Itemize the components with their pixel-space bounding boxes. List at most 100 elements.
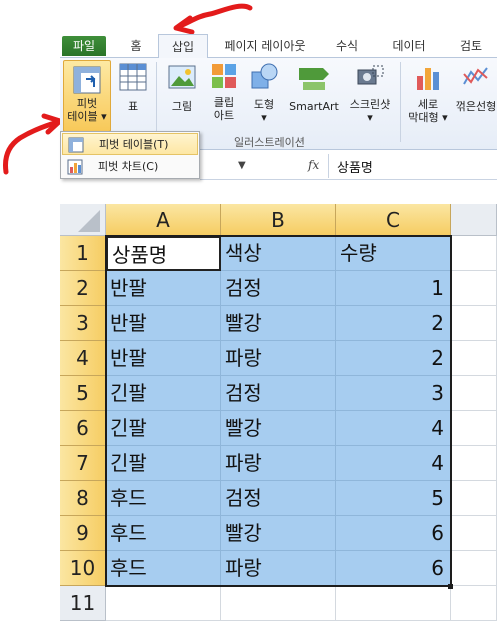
ribbon-separator <box>400 62 401 142</box>
shapes-label-2: ▾ <box>261 111 267 124</box>
cell-c7[interactable]: 4 <box>336 446 451 481</box>
cell-a11[interactable] <box>106 586 221 621</box>
column-header-b[interactable]: B <box>221 204 336 236</box>
screenshot-label-1: 스크린샷 <box>349 98 391 111</box>
row-header[interactable]: 11 <box>60 586 106 621</box>
row-header[interactable]: 2 <box>60 271 106 306</box>
cell-a8[interactable]: 후드 <box>106 481 221 516</box>
shapes-button[interactable]: 도형 ▾ <box>246 62 282 124</box>
cell-d3[interactable] <box>451 306 497 341</box>
pivot-table-label-2: 테이블 ▾ <box>67 110 107 123</box>
cell-d4[interactable] <box>451 341 497 376</box>
picture-button[interactable]: 그림 <box>162 62 202 113</box>
pivot-table-icon <box>68 137 84 153</box>
cell-c9[interactable]: 6 <box>336 516 451 551</box>
cell-b8[interactable]: 검정 <box>221 481 336 516</box>
cell-a6[interactable]: 긴팔 <box>106 411 221 446</box>
cell-d1[interactable] <box>451 236 497 271</box>
cell-b2[interactable]: 검정 <box>221 271 336 306</box>
cell-d8[interactable] <box>451 481 497 516</box>
tab-formulas[interactable]: 수식 <box>322 34 372 58</box>
cell-b7[interactable]: 파랑 <box>221 446 336 481</box>
cell-c3[interactable]: 2 <box>336 306 451 341</box>
row-header[interactable]: 9 <box>60 516 106 551</box>
cell-b1[interactable]: 색상 <box>221 236 336 271</box>
column-chart-label-2: 막대형 ▾ <box>408 111 448 124</box>
picture-label: 그림 <box>171 100 193 113</box>
cell-c6[interactable]: 4 <box>336 411 451 446</box>
fill-handle[interactable] <box>448 584 453 589</box>
column-header-d[interactable] <box>451 204 497 236</box>
cell-c8[interactable]: 5 <box>336 481 451 516</box>
pivot-table-dropdown: 피벗 테이블(T) 피벗 차트(C) <box>60 131 200 179</box>
insert-function-icon[interactable]: fx <box>308 158 319 172</box>
cell-c5[interactable]: 3 <box>336 376 451 411</box>
cell-c1[interactable]: 수량 <box>336 236 451 271</box>
cell-b5[interactable]: 검정 <box>221 376 336 411</box>
screenshot-button[interactable]: 스크린샷 ▾ <box>344 62 396 124</box>
row-header[interactable]: 1 <box>60 236 106 271</box>
table-button[interactable]: 표 <box>114 62 152 113</box>
smartart-button[interactable]: SmartArt <box>286 62 342 113</box>
column-chart-button[interactable]: 세로 막대형 ▾ <box>406 62 450 124</box>
cell-d5[interactable] <box>451 376 497 411</box>
cell-c10[interactable]: 6 <box>336 551 451 586</box>
cell-a9[interactable]: 후드 <box>106 516 221 551</box>
name-box-dropdown[interactable]: ▼ <box>238 160 246 171</box>
row-header[interactable]: 10 <box>60 551 106 586</box>
cell-a7[interactable]: 긴팔 <box>106 446 221 481</box>
cell-c4[interactable]: 2 <box>336 341 451 376</box>
pivot-table-label-1: 피벗 <box>76 97 98 110</box>
row-header[interactable]: 7 <box>60 446 106 481</box>
cell-c2[interactable]: 1 <box>336 271 451 306</box>
menu-item-pivot-table-label: 피벗 테이블(T) <box>99 138 169 151</box>
cell-b9[interactable]: 빨강 <box>221 516 336 551</box>
cell-d7[interactable] <box>451 446 497 481</box>
table-icon <box>119 63 147 91</box>
tab-review[interactable]: 검토 <box>446 34 496 58</box>
pivot-table-button[interactable]: 피벗 테이블 ▾ <box>63 60 111 132</box>
cell-b11[interactable] <box>221 586 336 621</box>
cell-b4[interactable]: 파랑 <box>221 341 336 376</box>
clipart-label-2: 아트 <box>213 109 235 122</box>
tab-file[interactable]: 파일 <box>62 36 106 56</box>
cell-d10[interactable] <box>451 551 497 586</box>
line-chart-button[interactable]: 꺾은선형 <box>452 62 497 113</box>
cell-a1[interactable]: 상품명 <box>106 236 221 271</box>
cell-a3[interactable]: 반팔 <box>106 306 221 341</box>
cell-c11[interactable] <box>336 586 451 621</box>
cell-b6[interactable]: 빨강 <box>221 411 336 446</box>
cell-b3[interactable]: 빨강 <box>221 306 336 341</box>
row-header[interactable]: 4 <box>60 341 106 376</box>
spreadsheet-grid: A B C 1 상품명 색상 수량 2 반팔 검정 1 3 반팔 빨강 2 4 반팔 파랑 2 5 긴팔 검정 3 6 긴… <box>60 204 497 624</box>
cell-a4[interactable]: 반팔 <box>106 341 221 376</box>
smartart-label: SmartArt <box>289 100 339 113</box>
row-header[interactable]: 5 <box>60 376 106 411</box>
formula-input[interactable]: 상품명 <box>337 157 373 176</box>
clipart-label-1: 클립 <box>213 96 235 109</box>
menu-item-pivot-table[interactable]: 피벗 테이블(T) <box>62 133 198 155</box>
cell-b10[interactable]: 파랑 <box>221 551 336 586</box>
tab-insert[interactable]: 삽입 <box>158 34 208 59</box>
cell-d2[interactable] <box>451 271 497 306</box>
cell-d11[interactable] <box>451 586 497 621</box>
cell-a5[interactable]: 긴팔 <box>106 376 221 411</box>
row-header[interactable]: 6 <box>60 411 106 446</box>
tab-data[interactable]: 데이터 <box>376 34 442 58</box>
menu-item-pivot-chart[interactable]: 피벗 차트(C) <box>62 156 198 178</box>
column-header-c[interactable]: C <box>336 204 451 236</box>
column-chart-label-1: 세로 <box>417 98 439 111</box>
cell-a10[interactable]: 후드 <box>106 551 221 586</box>
screenshot-icon <box>357 65 384 85</box>
cell-d9[interactable] <box>451 516 497 551</box>
row-header[interactable]: 3 <box>60 306 106 341</box>
cell-d6[interactable] <box>451 411 497 446</box>
formula-bar: ▼ fx 상품명 <box>200 152 497 180</box>
tab-page-layout[interactable]: 페이지 레이아웃 <box>212 34 318 58</box>
cell-a2[interactable]: 반팔 <box>106 271 221 306</box>
row-header[interactable]: 8 <box>60 481 106 516</box>
clipart-button[interactable]: 클립 아트 <box>206 62 242 122</box>
column-header-a[interactable]: A <box>106 204 221 236</box>
tab-home[interactable]: 홈 <box>118 34 154 58</box>
select-all-corner[interactable] <box>60 204 106 236</box>
